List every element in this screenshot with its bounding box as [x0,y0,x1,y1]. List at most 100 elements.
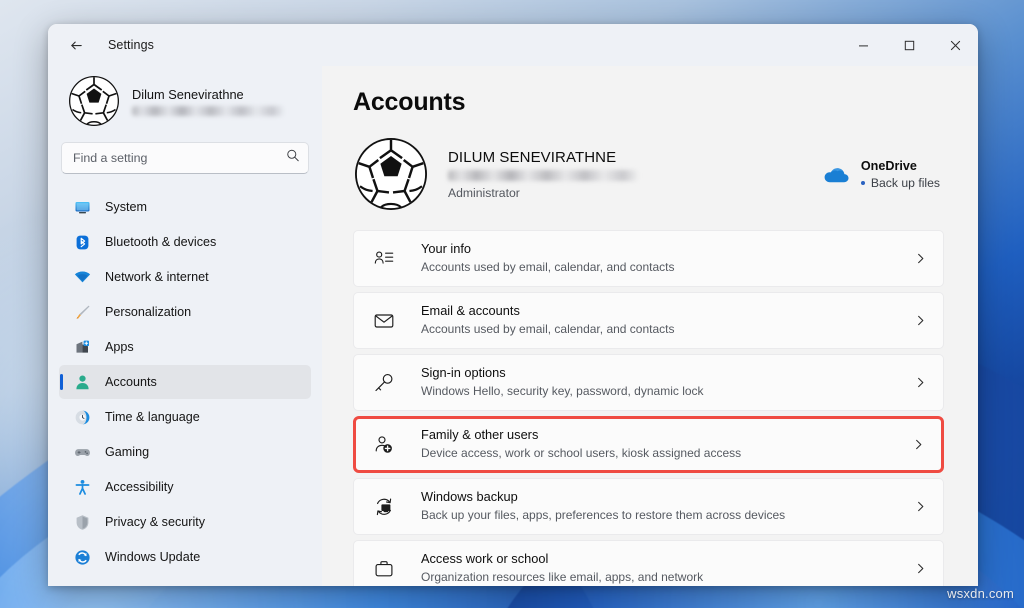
apps-icon [74,339,91,356]
profile-header: DILUM SENEVIRATHNE Administrator OneDriv… [353,138,944,210]
sidebar-item-label: Accessibility [105,480,174,494]
row-subtitle: Back up your files, apps, preferences to… [421,508,785,524]
bullet-icon [861,181,865,185]
sidebar-item-label: System [105,200,147,214]
sidebar-item-label: Bluetooth & devices [105,235,216,249]
wifi-icon [74,269,91,286]
onedrive-backup-link[interactable]: Back up files [861,176,940,190]
row-text: Your info Accounts used by email, calend… [421,241,674,275]
sidebar-account-email-redacted [132,106,284,116]
sidebar-item-gaming[interactable]: Gaming [59,435,311,469]
sidebar-account-name: Dilum Senevirathne [132,86,284,103]
main-content: Accounts [322,66,978,586]
window-body: Dilum Senevirathne [48,66,978,586]
search-box [61,142,309,174]
search-input[interactable] [61,142,309,174]
sidebar-item-label: Apps [105,340,134,354]
sidebar: Dilum Senevirathne [48,66,322,586]
sidebar-item-privacy-security[interactable]: Privacy & security [59,505,311,539]
shield-icon [74,514,91,531]
row-text: Windows backup Back up your files, apps,… [421,489,785,523]
row-subtitle: Accounts used by email, calendar, and co… [421,260,674,276]
sidebar-item-time-language[interactable]: Time & language [59,400,311,434]
chevron-right-icon [914,562,927,575]
clock-globe-icon [74,409,91,426]
paintbrush-icon [74,304,91,321]
row-title: Windows backup [421,489,785,506]
sidebar-item-network-internet[interactable]: Network & internet [59,260,311,294]
settings-window: Settings [48,24,978,586]
system-monitor-icon [74,199,91,216]
row-text: Family & other users Device access, work… [421,427,741,461]
sidebar-item-accounts[interactable]: Accounts [59,365,311,399]
back-button[interactable] [60,29,92,61]
setting-row-your-info[interactable]: Your info Accounts used by email, calend… [353,230,944,287]
row-title: Your info [421,241,674,258]
profile-text: DILUM SENEVIRATHNE Administrator [448,149,638,200]
row-subtitle: Device access, work or school users, kio… [421,446,741,462]
avatar [355,138,427,210]
row-title: Sign-in options [421,365,704,382]
setting-row-windows-backup[interactable]: Windows backup Back up your files, apps,… [353,478,944,535]
row-text: Sign-in options Windows Hello, security … [421,365,704,399]
sidebar-item-system[interactable]: System [59,190,311,224]
row-text: Email & accounts Accounts used by email,… [421,303,674,337]
minimize-button[interactable] [840,24,886,66]
row-title: Email & accounts [421,303,674,320]
key-icon [372,371,395,394]
windows-update-icon [74,549,91,566]
row-subtitle: Organization resources like email, apps,… [421,570,703,586]
chevron-right-icon [914,376,927,389]
page-title: Accounts [353,88,944,117]
setting-row-family-other-users[interactable]: Family & other users Device access, work… [353,416,944,473]
window-title: Settings [108,38,154,52]
setting-row-access-work-school[interactable]: Access work or school Organization resou… [353,540,944,586]
sidebar-item-apps[interactable]: Apps [59,330,311,364]
setting-row-sign-in-options[interactable]: Sign-in options Windows Hello, security … [353,354,944,411]
window-controls [840,24,978,66]
row-subtitle: Accounts used by email, calendar, and co… [421,322,674,338]
row-subtitle: Windows Hello, security key, password, d… [421,384,704,400]
close-button[interactable] [932,24,978,66]
backup-sync-icon [372,495,395,518]
sidebar-item-label: Accounts [105,375,157,389]
row-title: Access work or school [421,551,703,568]
person-add-icon [372,433,395,456]
window-titlebar: Settings [48,24,978,66]
sidebar-item-personalization[interactable]: Personalization [59,295,311,329]
your-info-icon [372,247,395,270]
bluetooth-icon [74,234,91,251]
sidebar-item-label: Windows Update [105,550,200,564]
maximize-button[interactable] [886,24,932,66]
row-title: Family & other users [421,427,741,444]
sidebar-item-label: Time & language [105,410,200,424]
chevron-right-icon [914,500,927,513]
sidebar-item-bluetooth-devices[interactable]: Bluetooth & devices [59,225,311,259]
sidebar-item-label: Gaming [105,445,149,459]
accessibility-icon [74,479,91,496]
briefcase-icon [372,557,395,580]
sidebar-nav: System Bluetooth & devices [59,190,311,586]
onedrive-title: OneDrive [861,159,940,173]
sidebar-item-windows-update[interactable]: Windows Update [59,540,311,574]
chevron-right-icon [914,252,927,265]
sidebar-item-label: Network & internet [105,270,209,284]
avatar [69,76,119,126]
profile-name: DILUM SENEVIRATHNE [448,149,638,166]
chevron-right-icon [912,438,925,451]
sidebar-item-label: Privacy & security [105,515,205,529]
sidebar-item-accessibility[interactable]: Accessibility [59,470,311,504]
watermark: wsxdn.com [947,586,1014,601]
onedrive-link-label: Back up files [871,176,940,190]
envelope-icon [372,309,395,332]
row-text: Access work or school Organization resou… [421,551,703,585]
chevron-right-icon [914,314,927,327]
setting-row-email-accounts[interactable]: Email & accounts Accounts used by email,… [353,292,944,349]
settings-list: Your info Accounts used by email, calend… [353,230,944,586]
profile-email-redacted [448,170,638,181]
profile-role: Administrator [448,186,638,200]
onedrive-cloud-icon [821,165,849,184]
sidebar-account-card[interactable]: Dilum Senevirathne [59,66,311,140]
accounts-person-icon [74,374,91,391]
sidebar-item-label: Personalization [105,305,191,319]
